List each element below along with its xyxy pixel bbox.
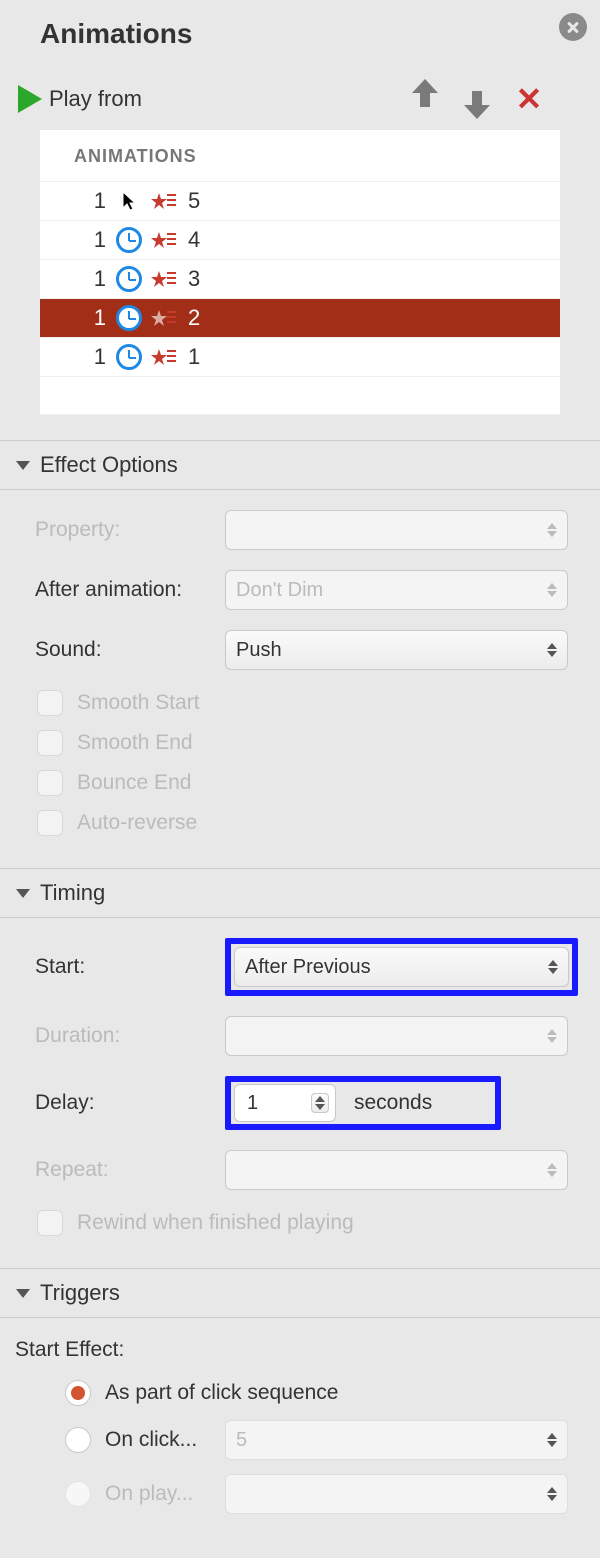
emphasis-icon — [150, 229, 182, 251]
emphasis-icon — [150, 346, 182, 368]
play-icon — [18, 85, 42, 113]
clock-icon — [114, 226, 144, 254]
anim-number: 1 — [78, 266, 106, 292]
on-click-select: 5 — [225, 1420, 568, 1460]
arrow-down-icon — [472, 91, 482, 107]
radio-on-click[interactable] — [65, 1427, 91, 1453]
auto-reverse-checkbox — [37, 810, 63, 836]
anim-row-4[interactable]: 11 — [40, 338, 560, 377]
property-select — [225, 510, 568, 550]
anim-number: 1 — [78, 188, 106, 214]
delay-unit: seconds — [354, 1091, 432, 1115]
anim-number: 1 — [78, 227, 106, 253]
anim-number: 1 — [78, 305, 106, 331]
delay-highlight: 1 seconds — [225, 1076, 501, 1130]
anim-label: 4 — [188, 227, 200, 253]
start-label: Start: — [35, 955, 225, 979]
anim-label: 3 — [188, 266, 200, 292]
anim-row-2[interactable]: 13 — [40, 260, 560, 299]
anim-label: 5 — [188, 188, 200, 214]
chevron-down-icon — [16, 889, 30, 898]
anim-row-0[interactable]: 15 — [40, 182, 560, 221]
radio-click-sequence[interactable] — [65, 1380, 91, 1406]
delete-button[interactable]: ✕ — [510, 80, 548, 118]
start-select[interactable]: After Previous — [234, 947, 569, 987]
smooth-start-checkbox — [37, 690, 63, 716]
rewind-checkbox — [37, 1210, 63, 1236]
animations-list: ANIMATIONS 1514131211 — [40, 130, 560, 415]
delay-label: Delay: — [35, 1091, 225, 1115]
play-from-label: Play from — [49, 86, 142, 112]
clock-icon — [114, 343, 144, 371]
auto-reverse-label: Auto-reverse — [77, 811, 197, 835]
move-down-button[interactable] — [458, 80, 496, 118]
radio-on-play — [65, 1481, 91, 1507]
repeat-select — [225, 1150, 568, 1190]
close-icon[interactable] — [559, 13, 587, 41]
section-triggers[interactable]: Triggers — [0, 1268, 600, 1318]
bounce-end-label: Bounce End — [77, 771, 191, 795]
duration-label: Duration: — [35, 1024, 225, 1048]
list-header: ANIMATIONS — [40, 130, 560, 182]
timing-title: Timing — [40, 880, 105, 906]
delay-stepper[interactable] — [311, 1093, 329, 1113]
smooth-start-label: Smooth Start — [77, 691, 200, 715]
delete-icon: ✕ — [516, 80, 543, 118]
smooth-end-label: Smooth End — [77, 731, 193, 755]
anim-number: 1 — [78, 344, 106, 370]
sound-label: Sound: — [35, 638, 225, 662]
radio-on-play-label: On play... — [105, 1482, 215, 1506]
effect-options-title: Effect Options — [40, 452, 178, 478]
start-highlight: After Previous — [225, 938, 578, 996]
radio-click-sequence-label: As part of click sequence — [105, 1381, 338, 1405]
smooth-end-checkbox — [37, 730, 63, 756]
emphasis-icon — [150, 190, 182, 212]
play-from-button[interactable]: Play from — [18, 85, 142, 113]
after-animation-select[interactable]: Don't Dim — [225, 570, 568, 610]
triggers-title: Triggers — [40, 1280, 120, 1306]
delay-input[interactable]: 1 — [234, 1084, 336, 1122]
on-play-select — [225, 1474, 568, 1514]
property-label: Property: — [35, 518, 225, 542]
anim-label: 2 — [188, 305, 200, 331]
duration-select — [225, 1016, 568, 1056]
rewind-label: Rewind when finished playing — [77, 1211, 354, 1235]
radio-on-click-label: On click... — [105, 1428, 215, 1452]
section-timing[interactable]: Timing — [0, 868, 600, 918]
sound-select[interactable]: Push — [225, 630, 568, 670]
emphasis-icon — [150, 307, 182, 329]
bounce-end-checkbox — [37, 770, 63, 796]
start-effect-label: Start Effect: — [15, 1338, 590, 1362]
clock-icon — [114, 304, 144, 332]
cursor-icon — [114, 187, 144, 215]
section-effect-options[interactable]: Effect Options — [0, 440, 600, 490]
chevron-down-icon — [16, 461, 30, 470]
repeat-label: Repeat: — [35, 1158, 225, 1182]
panel-title: Animations — [0, 0, 600, 50]
arrow-up-icon — [420, 91, 430, 107]
anim-row-1[interactable]: 14 — [40, 221, 560, 260]
emphasis-icon — [150, 268, 182, 290]
after-animation-label: After animation: — [35, 578, 225, 602]
anim-label: 1 — [188, 344, 200, 370]
chevron-down-icon — [16, 1289, 30, 1298]
move-up-button[interactable] — [406, 80, 444, 118]
anim-row-3[interactable]: 12 — [40, 299, 560, 338]
clock-icon — [114, 265, 144, 293]
